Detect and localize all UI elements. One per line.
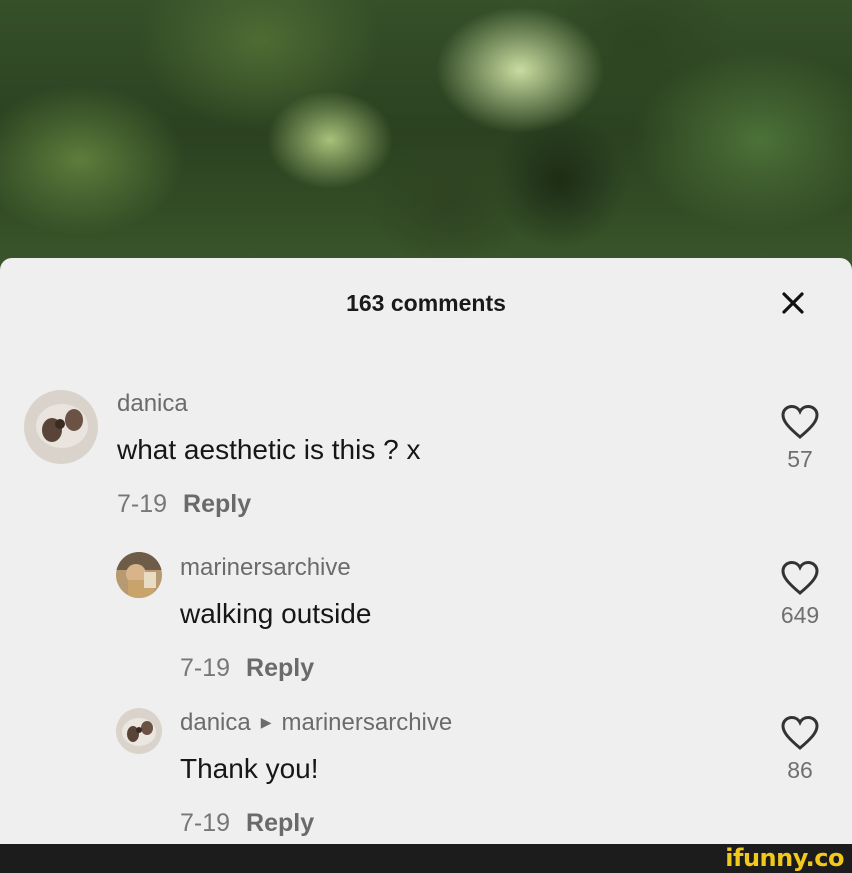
avatar[interactable] (116, 552, 162, 598)
comment-date: 7-19 (180, 654, 231, 682)
comment-username-author[interactable]: danica (180, 709, 251, 736)
comment-text: walking outside (180, 598, 372, 629)
comment-item: marinersarchive walking outside 7-19 Repl… (0, 550, 852, 690)
background-video-frame (0, 0, 852, 300)
comment-date: 7-19 (117, 490, 168, 518)
heart-outline-icon (781, 715, 819, 750)
comment-meta: 7-19 Reply (180, 654, 314, 683)
comment-username[interactable]: marinersarchive (180, 554, 351, 582)
comments-sheet: 163 comments danica what aesthetic is th… (0, 258, 852, 844)
comment-username-reply-to[interactable]: marinersarchive (282, 709, 453, 736)
comment-meta: 7-19 Reply (117, 490, 251, 519)
like-button[interactable]: 86 (770, 715, 830, 784)
close-icon[interactable] (778, 288, 808, 318)
comments-count-title: 163 comments (346, 290, 506, 316)
reply-button[interactable]: Reply (246, 809, 314, 837)
comment-username[interactable]: danica (117, 390, 188, 418)
avatar[interactable] (116, 708, 162, 754)
reply-button[interactable]: Reply (246, 654, 314, 682)
like-count: 649 (780, 602, 820, 628)
like-button[interactable]: 57 (770, 404, 830, 473)
watermark-logo: ifunny.co (725, 844, 844, 872)
avatar[interactable] (24, 390, 98, 464)
comment-text: Thank you! (180, 753, 319, 784)
comment-username: danica ▶ marinersarchive (180, 709, 452, 737)
like-button[interactable]: 649 (770, 560, 830, 629)
reply-button[interactable]: Reply (183, 490, 251, 518)
comment-item: danica what aesthetic is this ? x 7-19 Re… (0, 386, 852, 526)
comment-meta: 7-19 Reply (180, 809, 314, 838)
heart-outline-icon (781, 404, 819, 439)
watermark-bar: ifunny.co (0, 844, 852, 873)
like-count: 57 (787, 446, 813, 472)
comment-text: what aesthetic is this ? x (117, 434, 421, 465)
heart-outline-icon (781, 560, 819, 595)
triangle-right-icon: ▶ (260, 714, 272, 730)
comment-date: 7-19 (180, 809, 231, 837)
comment-item: danica ▶ marinersarchive Thank you! 7-19 Re… (0, 705, 852, 845)
like-count: 86 (787, 757, 813, 783)
